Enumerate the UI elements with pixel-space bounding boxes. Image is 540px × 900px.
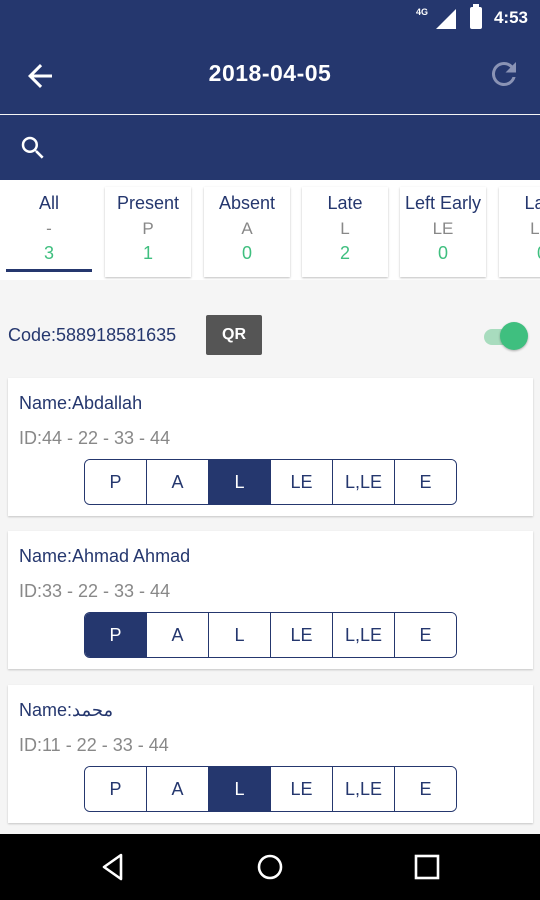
- filter-present[interactable]: Present P 1: [105, 187, 191, 277]
- student-card: Name:محمد ID:11 - 22 - 33 - 44 P A L LE …: [8, 685, 533, 823]
- filter-all[interactable]: All - 3: [6, 187, 92, 277]
- status-filter-tabs: All - 3 Present P 1 Absent A 0 Late L 2 …: [0, 180, 540, 280]
- page-title: 2018-04-05: [208, 60, 332, 86]
- filter-late-left-early[interactable]: Late L,L 0: [499, 187, 540, 277]
- attendance-option[interactable]: E: [395, 613, 456, 657]
- attendance-option[interactable]: E: [395, 460, 456, 504]
- attendance-option[interactable]: E: [395, 767, 456, 811]
- search-bar[interactable]: [0, 115, 540, 180]
- attendance-option[interactable]: A: [147, 460, 209, 504]
- filter-count: 0: [241, 243, 252, 263]
- attendance-option[interactable]: L,LE: [333, 613, 395, 657]
- filter-late[interactable]: Late L 2: [302, 187, 388, 277]
- student-id: ID:33 - 22 - 33 - 44: [19, 581, 171, 601]
- session-toggle[interactable]: [484, 322, 528, 350]
- filter-count: 2: [339, 243, 350, 263]
- student-id: ID:11 - 22 - 33 - 44: [19, 735, 169, 755]
- student-id: ID:44 - 22 - 33 - 44: [19, 428, 171, 448]
- status-time: 4:53: [493, 8, 528, 27]
- attendance-option[interactable]: L,LE: [333, 767, 395, 811]
- attendance-option[interactable]: A: [147, 767, 209, 811]
- filter-absent[interactable]: Absent A 0: [204, 187, 290, 277]
- filter-count: 0: [499, 243, 540, 264]
- system-nav-bar: [0, 834, 540, 900]
- filter-code: L,L: [530, 219, 540, 238]
- app-toolbar: 2018-04-05: [0, 36, 540, 114]
- nav-back-icon[interactable]: [97, 851, 129, 883]
- filter-label: Late: [524, 193, 540, 213]
- session-code: Code:588918581635: [8, 325, 177, 345]
- attendance-option[interactable]: A: [147, 613, 209, 657]
- filter-label: Left Early: [404, 193, 482, 213]
- signal-icon: [436, 9, 456, 29]
- filter-left-early[interactable]: Left Early LE 0: [400, 187, 486, 277]
- attendance-option[interactable]: LE: [271, 613, 333, 657]
- network-type: 4G: [415, 7, 428, 17]
- toggle-thumb: [500, 322, 528, 350]
- filter-code: P: [142, 219, 154, 238]
- status-bar: 4G 4:53: [0, 0, 540, 36]
- filter-label: Absent: [218, 193, 276, 213]
- qr-button[interactable]: QR: [206, 315, 262, 355]
- filter-label: All: [38, 193, 59, 213]
- attendance-option[interactable]: P: [85, 767, 147, 811]
- attendance-selector: P A L LE L,LE E: [84, 459, 457, 505]
- filter-code: LE: [432, 219, 454, 238]
- student-card: Name:Ahmad Ahmad ID:33 - 22 - 33 - 44 P …: [8, 531, 533, 669]
- nav-home-icon[interactable]: [254, 851, 286, 883]
- attendance-selector: P A L LE L,LE E: [84, 766, 457, 812]
- session-code-row: Code:588918581635 QR: [0, 280, 540, 375]
- attendance-option[interactable]: L,LE: [333, 460, 395, 504]
- filter-code: A: [241, 219, 253, 238]
- filter-code: L: [340, 219, 350, 238]
- student-name: Name:محمد: [19, 700, 114, 720]
- attendance-option[interactable]: LE: [271, 767, 333, 811]
- search-icon[interactable]: [18, 133, 48, 163]
- attendance-option[interactable]: L: [209, 460, 271, 504]
- filter-label: Late: [327, 193, 363, 213]
- attendance-option[interactable]: L: [209, 613, 271, 657]
- battery-icon: [470, 4, 482, 29]
- attendance-selector: P A L LE L,LE E: [84, 612, 457, 658]
- filter-count: 0: [437, 243, 448, 263]
- attendance-option[interactable]: P: [85, 613, 147, 657]
- attendance-option[interactable]: P: [85, 460, 147, 504]
- filter-count: 3: [43, 243, 54, 263]
- attendance-option[interactable]: LE: [271, 460, 333, 504]
- filter-count: 1: [142, 243, 153, 263]
- nav-recents-icon[interactable]: [411, 851, 443, 883]
- filter-code: -: [46, 219, 52, 238]
- refresh-icon[interactable]: [486, 56, 522, 92]
- attendance-option[interactable]: L: [209, 767, 271, 811]
- student-name: Name:Abdallah: [19, 393, 143, 413]
- student-card: Name:Abdallah ID:44 - 22 - 33 - 44 P A L…: [8, 378, 533, 516]
- student-name: Name:Ahmad Ahmad: [19, 546, 191, 566]
- filter-label: Present: [116, 193, 180, 213]
